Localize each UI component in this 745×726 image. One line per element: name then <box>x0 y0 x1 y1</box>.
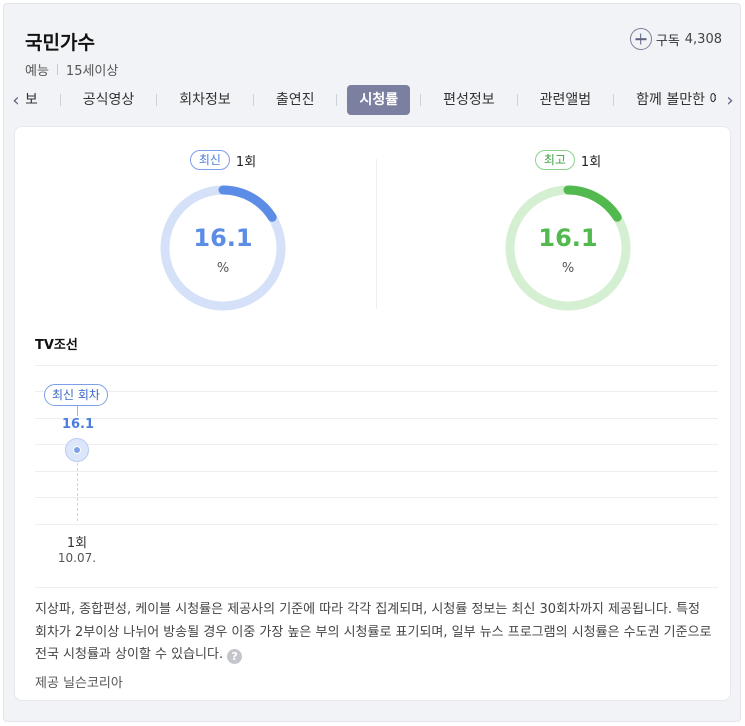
tab-divider <box>516 94 518 106</box>
ratings-notice: 지상파, 종합편성, 케이블 시청률은 제공사의 기준에 따라 각각 집계되며,… <box>35 599 715 667</box>
meta-divider <box>56 64 58 75</box>
chart-gridline <box>35 444 718 445</box>
data-provider: 제공 닐슨코리아 <box>35 676 123 691</box>
x-tick-date: 10.07. <box>57 551 97 565</box>
tab-4[interactable]: 시청률 <box>347 85 411 115</box>
best-rating-unit: % <box>561 261 575 276</box>
ratings-chart: 최신 회차 16.1 1회 10.07. <box>35 359 718 589</box>
chart-gridline <box>35 365 718 366</box>
age-rating-label: 15세이상 <box>65 64 119 79</box>
chart-gridline <box>35 418 718 419</box>
subscribe-count: 4,308 <box>684 31 722 47</box>
tab-divider <box>613 94 615 106</box>
tab-bar: ‹ 정보 공식영상 회차정보 출연진 시청률 편성정보 관련앨범 함께 볼만한 예능 › <box>4 83 742 117</box>
chart-baseline <box>35 524 718 525</box>
tab-divider <box>420 94 422 106</box>
program-title[interactable]: 국민가수 <box>25 28 95 55</box>
data-label: 16.1 <box>61 417 95 432</box>
plus-icon <box>629 28 652 50</box>
latest-rating-gauge: 최신 1회 16.1 % <box>133 149 313 313</box>
chart-bottom-line <box>35 587 718 588</box>
best-episode: 1회 <box>580 154 602 170</box>
best-rating-value: 16.1 <box>538 224 598 252</box>
chart-gridline <box>35 471 718 472</box>
broadcaster-label: TV조선 <box>35 338 78 353</box>
chart-gridline <box>35 391 718 392</box>
program-meta: 예능 15세이상 <box>25 60 118 79</box>
tab-6[interactable]: 관련앨범 <box>528 85 604 115</box>
genre-label: 예능 <box>25 64 49 79</box>
latest-episode: 1회 <box>235 154 257 170</box>
data-point[interactable] <box>73 446 81 454</box>
latest-rating-unit: % <box>216 261 230 276</box>
tab-divider <box>336 94 338 106</box>
tab-2[interactable]: 회차정보 <box>167 85 243 115</box>
tab-divider <box>59 94 61 106</box>
x-tick-episode: 1회 <box>66 536 88 551</box>
gauge-divider <box>376 159 377 309</box>
tab-1[interactable]: 공식영상 <box>71 85 147 115</box>
ratings-card: 최신 1회 16.1 % 최고 1회 16.1 % TV조선 최신 회차 16.… <box>14 126 731 701</box>
tab-5[interactable]: 편성정보 <box>431 85 507 115</box>
ratings-panel: 국민가수 예능 15세이상 구독 4,308 ‹ 정보 공식영상 회차정보 출연진 시청… <box>3 3 741 722</box>
tab-7[interactable]: 함께 볼만한 예능 <box>624 85 716 115</box>
best-badge: 최고 <box>534 150 575 170</box>
latest-rating-value: 16.1 <box>193 224 253 252</box>
tag-connector <box>77 406 78 416</box>
tab-3[interactable]: 출연진 <box>264 85 327 115</box>
data-point-guide <box>77 463 78 521</box>
tab-0[interactable]: 정보 <box>26 85 50 115</box>
chart-gridline <box>35 497 718 498</box>
latest-episode-tag: 최신 회차 <box>44 384 108 406</box>
tab-track: 정보 공식영상 회차정보 출연진 시청률 편성정보 관련앨범 함께 볼만한 예능 <box>26 83 716 117</box>
tab-row: 정보 공식영상 회차정보 출연진 시청률 편성정보 관련앨범 함께 볼만한 예능 <box>26 83 716 117</box>
chevron-right-icon[interactable]: › <box>720 87 740 113</box>
subscribe-label: 구독 <box>655 33 680 49</box>
chevron-left-icon[interactable]: ‹ <box>6 87 26 113</box>
best-rating-gauge: 최고 1회 16.1 % <box>478 149 658 313</box>
tab-divider <box>252 94 254 106</box>
notice-text: 지상파, 종합편성, 케이블 시청률은 제공사의 기준에 따라 각각 집계되며,… <box>35 602 712 662</box>
help-icon[interactable]: ? <box>227 649 243 664</box>
latest-badge: 최신 <box>189 150 230 170</box>
subscribe-button[interactable]: 구독 4,308 <box>629 28 722 50</box>
tab-divider <box>156 94 158 106</box>
